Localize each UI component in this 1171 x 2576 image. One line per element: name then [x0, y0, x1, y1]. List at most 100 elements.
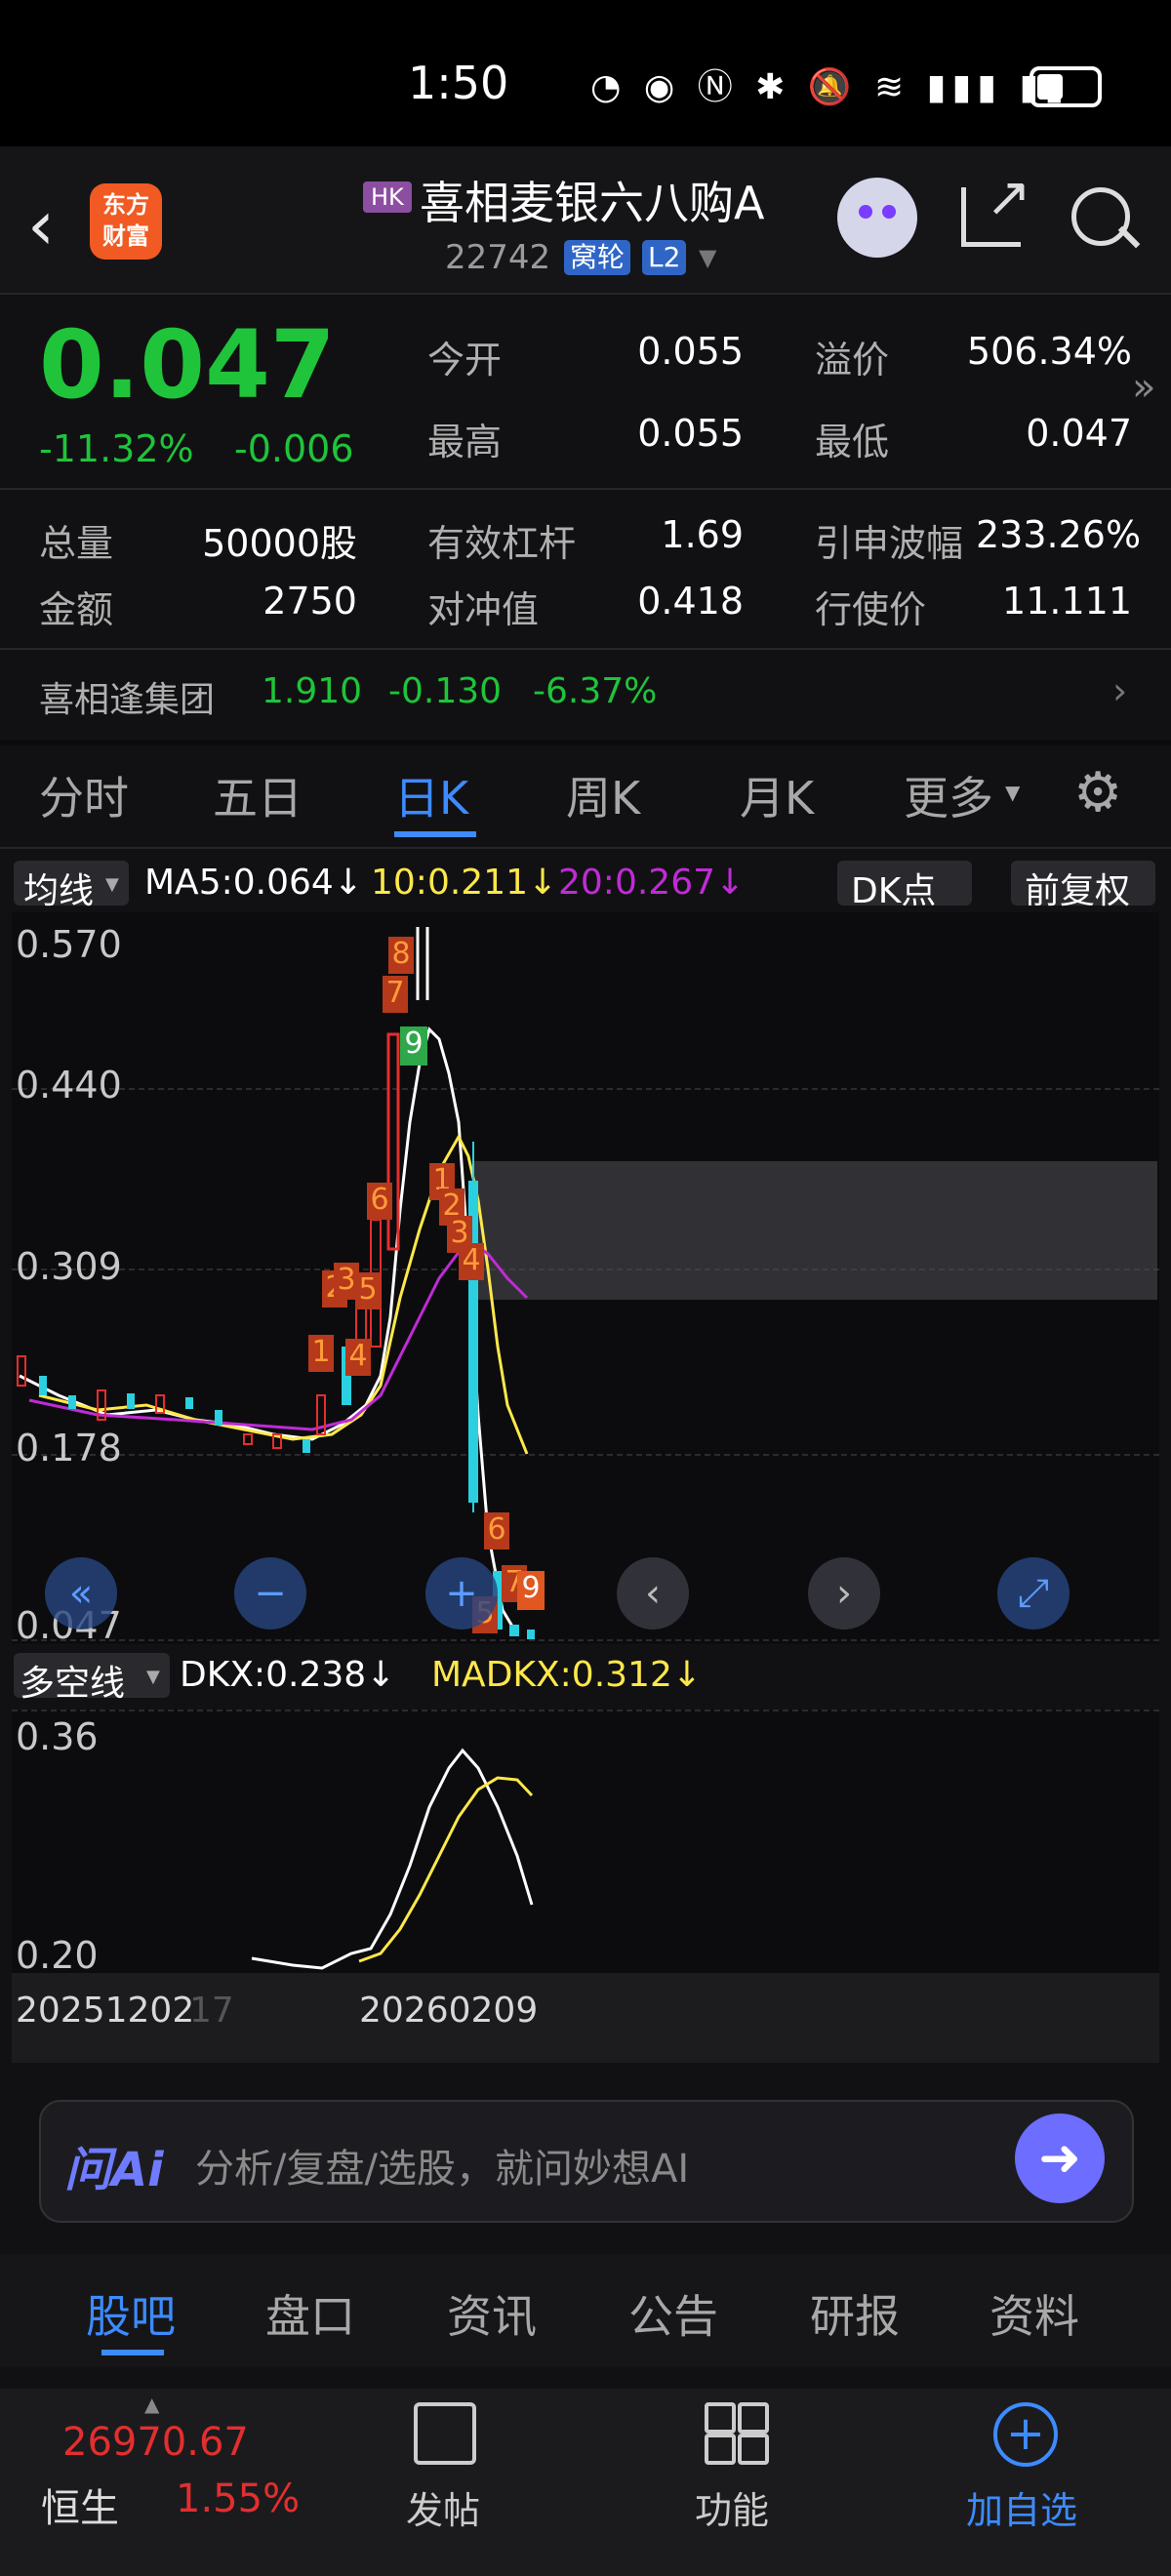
tab-five-day[interactable]: 五日: [213, 763, 303, 827]
strike-label: 行使价: [815, 588, 927, 631]
leverage-label: 有效杠杆: [427, 522, 577, 565]
dropdown-icon[interactable]: ▼: [699, 244, 716, 271]
underlying-pct: -6.37%: [533, 671, 658, 711]
ai-brand: 问Ai: [64, 2143, 164, 2197]
status-time: 1:50: [408, 57, 509, 109]
tab-order-book[interactable]: 盘口: [265, 2281, 355, 2346]
battery-icon: [1030, 66, 1102, 107]
amount-value: 2750: [262, 580, 357, 623]
scroll-left-fast-icon[interactable]: «: [45, 1557, 117, 1630]
sub-indicator-label: 多空线: [20, 1664, 126, 1704]
add-watchlist-button[interactable]: 加自选: [966, 2480, 1077, 2534]
volume-value: 50000股: [202, 522, 357, 565]
stock-title[interactable]: 喜相麦银六八购A: [420, 168, 764, 232]
index-value[interactable]: 26970.67: [62, 2420, 249, 2465]
bottom-tab-indicator: [101, 2350, 164, 2355]
post-button[interactable]: 发帖: [406, 2480, 480, 2534]
premium-value: 506.34%: [966, 330, 1132, 373]
tab-intraday[interactable]: 分时: [39, 763, 129, 827]
date-mid: 20260209: [359, 1991, 539, 2031]
underlying-name: 喜相逢集团: [39, 680, 216, 720]
underlying-change: -0.130: [388, 671, 503, 711]
dkx-value: DKX:0.238↓: [180, 1655, 396, 1695]
high-label: 最高: [427, 421, 503, 463]
leverage-value: 1.69: [661, 513, 744, 556]
y-axis-label: 0.570: [16, 923, 122, 966]
seq-mark: 9: [400, 1026, 427, 1066]
edit-icon[interactable]: [414, 2402, 476, 2465]
zoom-out-icon[interactable]: −: [234, 1557, 306, 1630]
function-icon[interactable]: [705, 2402, 736, 2434]
tab-forum[interactable]: 股吧: [86, 2281, 176, 2346]
implied-vol-label: 引申波幅: [815, 522, 964, 565]
hedge-label: 对冲值: [427, 588, 540, 631]
status-bar: 1:50 ◔ ◉ Ⓝ ✱ 🔕 ≋ ▮▮▮ ▮▮: [0, 0, 1171, 146]
send-arrow-icon[interactable]: ➜: [1015, 2113, 1105, 2203]
seq-mark: 5: [355, 1272, 381, 1309]
seq-mark: 6: [367, 1183, 392, 1220]
ma5-value: MA5:0.064↓: [144, 863, 363, 903]
add-circle-icon[interactable]: +: [993, 2402, 1058, 2467]
premium-label: 溢价: [815, 339, 890, 382]
tab-daily-k[interactable]: 日K: [394, 763, 468, 827]
status-icons: ◔ ◉ Ⓝ ✱ 🔕 ≋ ▮▮▮ ▮▮: [590, 67, 1070, 107]
tab-profile[interactable]: 资料: [989, 2281, 1079, 2346]
seq-mark: 4: [459, 1243, 484, 1280]
tab-news[interactable]: 资讯: [447, 2281, 537, 2346]
ai-input[interactable]: 分析/复盘/选股，就问妙想AI: [195, 2137, 689, 2194]
adjust-label: 前复权: [1025, 871, 1131, 911]
index-name[interactable]: 恒生: [41, 2476, 119, 2533]
tab-weekly-k[interactable]: 周K: [566, 763, 640, 827]
fullscreen-icon[interactable]: ⤢: [997, 1557, 1070, 1630]
seq-mark: 9: [517, 1571, 545, 1610]
last-price: 0.047: [39, 310, 336, 420]
underlying-price: 1.910: [262, 671, 363, 711]
scroll-right-icon[interactable]: ›: [808, 1557, 880, 1630]
index-pct[interactable]: 1.55%: [176, 2476, 300, 2521]
date-start: 20251202: [16, 1991, 195, 2031]
expand-icon[interactable]: »: [1132, 365, 1155, 410]
function-button[interactable]: 功能: [695, 2480, 769, 2534]
madkx-value: MADKX:0.312↓: [431, 1655, 703, 1695]
kline-svg: [17, 927, 535, 1639]
ma10-value: 10:0.211↓: [371, 863, 558, 903]
open-label: 今开: [427, 339, 503, 382]
ma-selector-label: 均线: [23, 871, 95, 911]
seq-mark: 8: [388, 937, 414, 974]
level2-tag: L2: [642, 240, 687, 275]
dkx-svg: [251, 1748, 534, 1970]
search-icon[interactable]: [1071, 187, 1130, 246]
ai-robot-icon[interactable]: [837, 178, 917, 258]
tab-monthly-k[interactable]: 月K: [740, 763, 814, 827]
gear-icon[interactable]: ⚙: [1073, 761, 1122, 825]
low-value: 0.047: [1026, 412, 1132, 455]
active-tab-indicator: [394, 831, 476, 837]
share-arrow-icon[interactable]: ↗: [986, 166, 1031, 229]
back-icon[interactable]: ‹: [27, 185, 55, 265]
market-badge: HK: [363, 181, 412, 213]
y-axis-label: 0.309: [16, 1245, 122, 1288]
hedge-value: 0.418: [637, 580, 744, 623]
ma20-value: 20:0.267↓: [558, 863, 746, 903]
app-logo: 东方 财富: [90, 183, 162, 260]
chevron-right-icon: ›: [1112, 669, 1128, 712]
seq-mark: 6: [484, 1512, 509, 1550]
ma-dropdown-icon: ▼: [105, 874, 119, 895]
caret-up-icon: ▲: [144, 2393, 160, 2416]
tab-research[interactable]: 研报: [810, 2281, 900, 2346]
seq-mark: 1: [308, 1335, 334, 1372]
sub-dropdown-icon: ▼: [146, 1667, 160, 1687]
zoom-in-icon[interactable]: +: [425, 1557, 498, 1630]
sub-axis-bottom: 0.20: [16, 1934, 99, 1977]
tab-announcements[interactable]: 公告: [628, 2281, 718, 2346]
high-value: 0.055: [637, 412, 744, 455]
date-faded: 17: [189, 1991, 234, 2031]
warrant-tag: 窝轮: [564, 240, 631, 275]
strike-value: 11.111: [1002, 580, 1132, 623]
tab-more[interactable]: 更多: [904, 763, 993, 827]
scroll-left-icon[interactable]: ‹: [617, 1557, 689, 1630]
amount-label: 金额: [39, 588, 114, 631]
seq-mark: 4: [345, 1339, 371, 1376]
sub-axis-top: 0.36: [16, 1715, 99, 1758]
implied-vol-value: 233.26%: [976, 513, 1142, 556]
